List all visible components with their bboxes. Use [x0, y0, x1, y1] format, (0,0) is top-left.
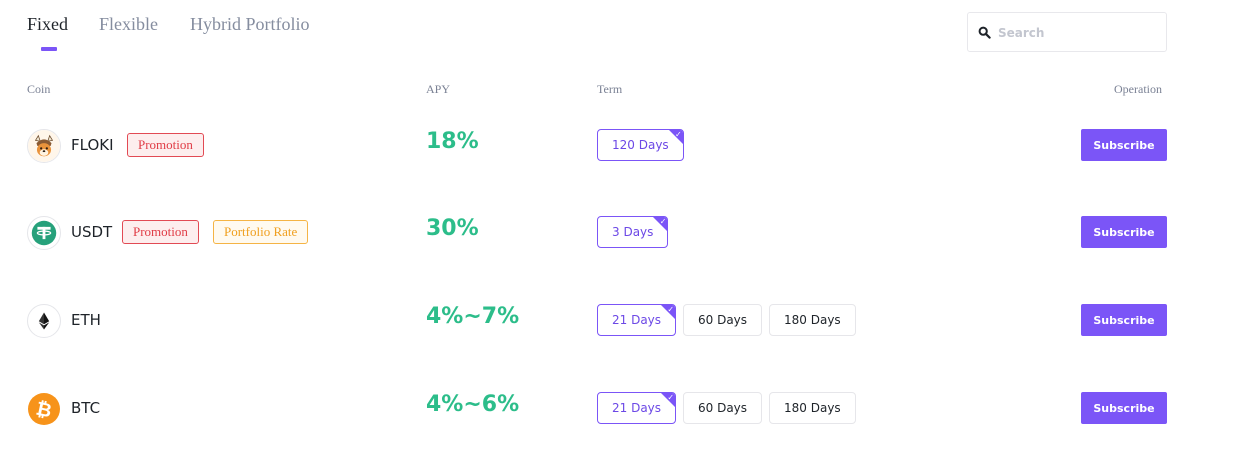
- checkmark-icon: ✓: [667, 393, 675, 402]
- active-tab-indicator: [41, 47, 57, 51]
- table-row: ₿ BTC 4%~6% 21 Days ✓ 60 Days 180 Days S…: [0, 390, 1234, 430]
- column-header-operation: Operation: [1114, 82, 1162, 96]
- term-option-60-days[interactable]: 60 Days: [683, 304, 763, 336]
- subscribe-button[interactable]: Subscribe: [1081, 129, 1167, 161]
- checkmark-icon: ✓: [659, 217, 667, 226]
- term-label: 180 Days: [784, 401, 841, 415]
- checkmark-icon: ✓: [674, 130, 682, 139]
- term-option-21-days[interactable]: 21 Days ✓: [597, 304, 677, 336]
- subscribe-button[interactable]: Subscribe: [1081, 216, 1167, 248]
- table-row: USDT Promotion Portfolio Rate 30% 3 Days…: [0, 214, 1234, 254]
- subscribe-button[interactable]: Subscribe: [1081, 304, 1167, 336]
- term-label: 3 Days: [612, 225, 654, 239]
- search-icon: [978, 26, 991, 39]
- coin-name: FLOKI: [71, 136, 114, 154]
- column-header-apy: APY: [426, 82, 451, 96]
- tab-flexible[interactable]: Flexible: [99, 14, 158, 35]
- term-option-120-days[interactable]: 120 Days ✓: [597, 129, 684, 161]
- ethereum-icon: [27, 304, 61, 338]
- coin-name: USDT: [71, 223, 113, 241]
- term-label: 21 Days: [612, 401, 662, 415]
- search-input[interactable]: [998, 21, 1158, 45]
- term-option-21-days[interactable]: 21 Days ✓: [597, 392, 677, 424]
- coin-name: ETH: [71, 311, 101, 329]
- portfolio-rate-badge: Portfolio Rate: [213, 220, 309, 244]
- apy-value: 30%: [426, 216, 479, 241]
- term-label: 60 Days: [698, 401, 748, 415]
- table-row: ETH 4%~7% 21 Days ✓ 60 Days 180 Days Sub…: [0, 302, 1234, 342]
- apy-value: 4%~6%: [426, 392, 520, 417]
- term-label: 60 Days: [698, 313, 748, 327]
- term-option-180-days[interactable]: 180 Days: [769, 304, 856, 336]
- term-label: 21 Days: [612, 313, 662, 327]
- promotion-badge: Promotion: [127, 133, 204, 157]
- term-option-3-days[interactable]: 3 Days ✓: [597, 216, 669, 248]
- floki-icon: [27, 129, 61, 163]
- term-option-180-days[interactable]: 180 Days: [769, 392, 856, 424]
- table-row: FLOKI Promotion 18% 120 Days ✓ Subscribe: [0, 127, 1234, 167]
- column-header-term: Term: [597, 82, 623, 96]
- term-label: 120 Days: [612, 138, 669, 152]
- apy-value: 18%: [426, 129, 479, 154]
- term-label: 180 Days: [784, 313, 841, 327]
- search-box[interactable]: [967, 12, 1167, 52]
- coin-name: BTC: [71, 399, 101, 417]
- subscribe-button[interactable]: Subscribe: [1081, 392, 1167, 424]
- term-option-60-days[interactable]: 60 Days: [683, 392, 763, 424]
- promotion-badge: Promotion: [122, 220, 199, 244]
- bitcoin-icon: ₿: [27, 392, 61, 426]
- usdt-tether-icon: [27, 216, 61, 250]
- apy-value: 4%~7%: [426, 304, 520, 329]
- tab-hybrid-portfolio[interactable]: Hybrid Portfolio: [190, 14, 310, 35]
- tab-fixed[interactable]: Fixed: [27, 14, 68, 35]
- checkmark-icon: ✓: [667, 305, 675, 314]
- column-header-coin: Coin: [27, 82, 51, 96]
